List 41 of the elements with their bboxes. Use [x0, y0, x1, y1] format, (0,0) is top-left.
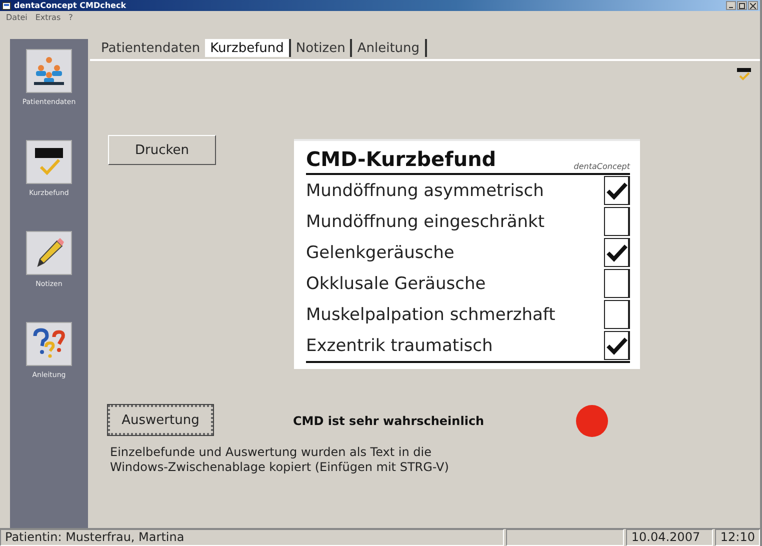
tab[interactable]: Notizen — [290, 39, 352, 57]
menu-item[interactable]: ? — [68, 12, 73, 22]
patient-status: Patientin: Musterfrau, Martina — [0, 529, 504, 546]
window-title: dentaConcept CMDcheck — [14, 1, 126, 10]
maximize-icon — [739, 2, 745, 8]
finding-label: Gelenkgeräusche — [306, 242, 454, 262]
date-status: 10.04.2007 — [626, 529, 714, 546]
close-button[interactable] — [748, 1, 758, 10]
checkbox[interactable] — [604, 269, 630, 298]
checkbox[interactable] — [604, 176, 630, 205]
time-status: 12:10 — [715, 529, 760, 546]
finding-label: Mundöffnung asymmetrisch — [306, 180, 544, 200]
minimize-button[interactable] — [726, 1, 736, 10]
print-button[interactable]: Drucken — [108, 135, 216, 165]
checkbox[interactable] — [604, 207, 630, 236]
checkbox[interactable] — [604, 331, 630, 360]
checkbox[interactable] — [604, 300, 630, 329]
finding-label: Muskelpalpation schmerzhaft — [306, 304, 556, 324]
finding-label: Mundöffnung eingeschränkt — [306, 212, 545, 232]
finding-label: Exzentrik traumatisch — [306, 336, 493, 356]
result-text: CMD ist sehr wahrscheinlich — [293, 414, 484, 428]
tab[interactable]: Patientendaten — [96, 39, 206, 57]
evaluate-button[interactable]: Auswertung — [108, 405, 213, 435]
cmd-check-icon[interactable] — [26, 140, 72, 184]
checkbox[interactable] — [604, 238, 630, 267]
maximize-button[interactable] — [737, 1, 747, 10]
card-title: CMD-Kurzbefund — [306, 147, 496, 171]
menu-item[interactable]: Extras — [35, 12, 61, 22]
brand-logo: dentaConcept — [574, 162, 630, 171]
menu-item[interactable]: Datei — [6, 12, 28, 22]
question-marks-icon[interactable] — [26, 322, 72, 366]
message-text: Windows-Zwischenablage kopiert (Einfügen mit STRG-V) — [110, 460, 450, 475]
message-text: Einzelbefunde und Auswertung wurden als Text in die — [110, 445, 432, 460]
close-icon — [750, 2, 756, 8]
pencil-icon[interactable] — [26, 231, 72, 275]
people-icon[interactable] — [26, 49, 72, 93]
finding-label: Okklusale Geräusche — [306, 274, 486, 294]
tab[interactable]: Anleitung — [352, 39, 427, 57]
cmd-check-icon — [736, 67, 752, 81]
tab[interactable]: Kurzbefund — [205, 39, 291, 57]
app-icon — [2, 2, 11, 10]
